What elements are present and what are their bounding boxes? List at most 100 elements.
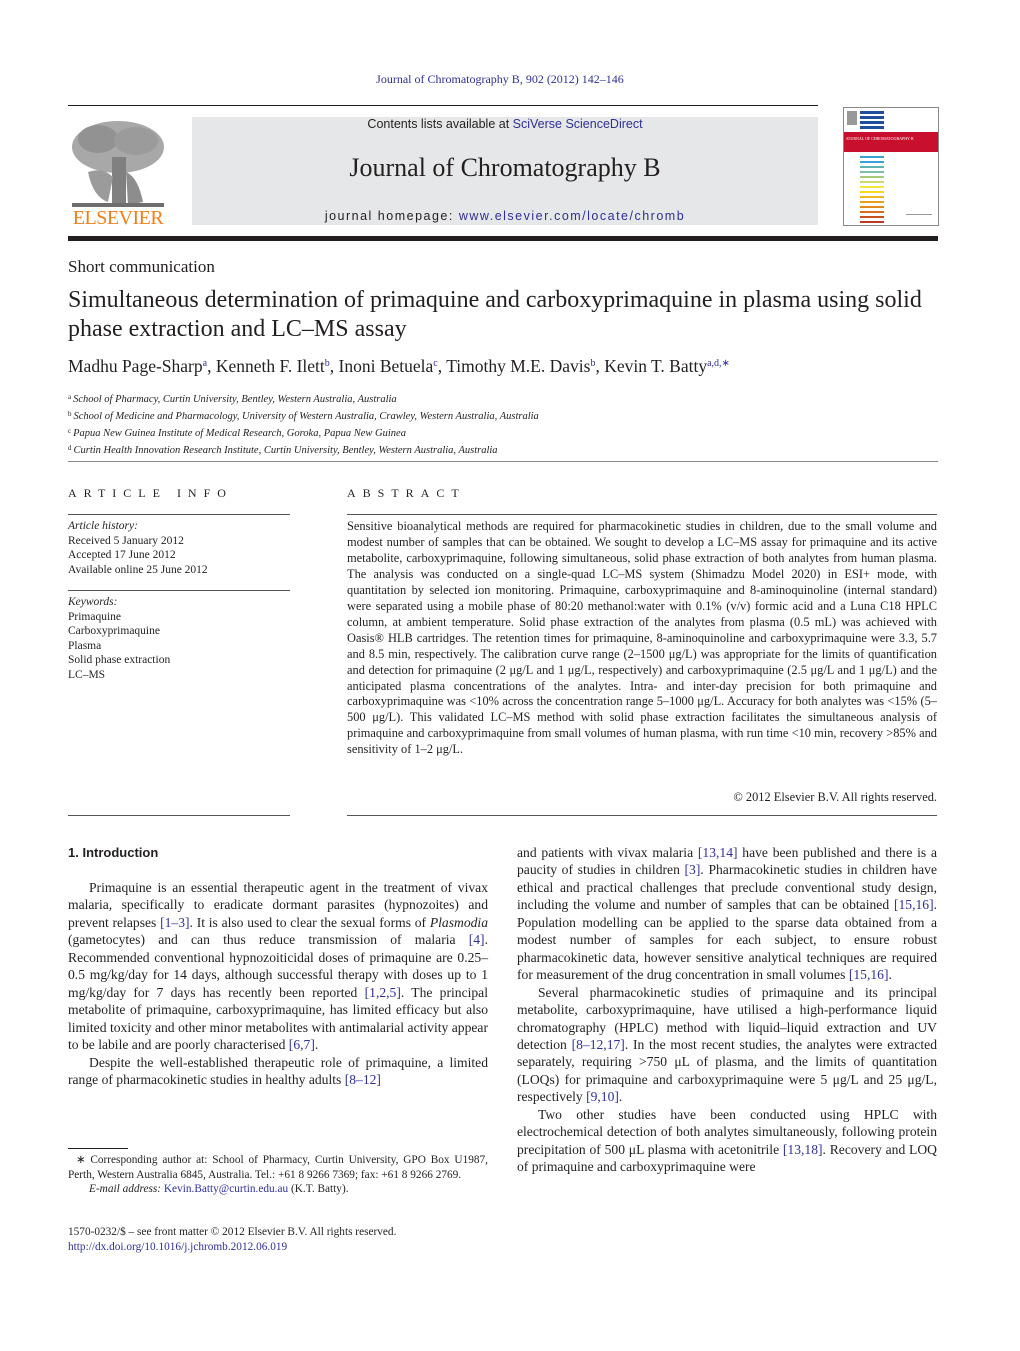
cover-stripe <box>860 181 884 183</box>
text-run: . <box>618 1089 623 1105</box>
body-paragraph: Primaquine is an essential therapeutic a… <box>68 879 488 1054</box>
homepage-prefix: journal homepage: <box>324 209 459 223</box>
keyword-item: LC–MS <box>68 668 106 681</box>
email-label: E-mail address: <box>89 1183 164 1195</box>
cover-stripe <box>860 116 884 119</box>
author-name: Madhu Page-Sharp <box>68 356 203 376</box>
sciencedirect-link[interactable]: SciVerse ScienceDirect <box>513 117 643 131</box>
citation-link[interactable]: [6,7] <box>289 1037 315 1052</box>
cover-stripe <box>860 166 884 168</box>
article-type: Short communication <box>68 257 215 276</box>
cover-stripe <box>860 206 884 208</box>
article-info-heading: ARTICLE INFO <box>68 486 233 500</box>
affiliation-text: Papua New Guinea Institute of Medical Re… <box>73 428 406 439</box>
article-info-rule <box>68 815 290 816</box>
affiliation-key: c <box>68 427 72 435</box>
cover-stripe <box>860 121 884 124</box>
keyword-item: Carboxyprimaquine <box>68 625 160 637</box>
corresponding-footnote: ∗ Corresponding author at: School of Pha… <box>68 1153 488 1197</box>
footnote-rule <box>68 1148 128 1149</box>
keywords: Keywords: Primaquine Carboxyprimaquine P… <box>68 595 170 682</box>
abstract-rule <box>347 514 937 515</box>
italic-term: Plasmodia <box>429 914 488 930</box>
cover-title-band: JOURNAL OF CHROMATOGRAPHY B <box>844 132 938 152</box>
email-link[interactable]: Kevin.Batty@curtin.edu.au <box>164 1183 288 1195</box>
text-run: (gametocytes) and can thus reduce transm… <box>68 932 469 948</box>
email-suffix: (K.T. Batty). <box>288 1183 349 1195</box>
cover-stripe <box>860 161 884 163</box>
affiliation-item: c Papua New Guinea Institute of Medical R… <box>68 424 539 441</box>
elsevier-logo[interactable]: ELSEVIER <box>68 117 168 229</box>
affiliation-key: a <box>68 393 72 401</box>
journal-reference[interactable]: Journal of Chromatography B, 902 (2012) … <box>0 72 1000 87</box>
cover-title: JOURNAL OF CHROMATOGRAPHY B <box>846 136 914 141</box>
affiliation-text: School of Pharmacy, Curtin University, B… <box>73 394 397 405</box>
cover-logo-icon <box>847 111 857 125</box>
cover-publisher-mark <box>906 208 932 215</box>
citation-link[interactable]: [15,16] <box>894 897 934 912</box>
cover-stripe <box>860 221 884 223</box>
citation-link[interactable]: [13,18] <box>783 1142 823 1157</box>
affiliation-marker[interactable]: a <box>203 358 207 369</box>
abstract-text: Sensitive bioanalytical methods are requ… <box>347 519 937 757</box>
text-run: . <box>314 1037 319 1053</box>
journal-banner: Contents lists available at SciVerse Sci… <box>192 117 818 225</box>
email-line: E-mail address: Kevin.Batty@curtin.edu.a… <box>68 1182 488 1197</box>
citation-link[interactable]: [9,10] <box>586 1089 619 1104</box>
affiliation-key: d <box>68 444 72 452</box>
abstract-rule <box>347 815 937 816</box>
cover-stripe <box>860 196 884 198</box>
keyword-item: Plasma <box>68 639 102 652</box>
cover-stripe <box>860 171 884 173</box>
affiliation-text: School of Medicine and Pharmacology, Uni… <box>73 411 539 422</box>
author-list: Madhu Page-Sharpa, Kenneth F. Ilettb, In… <box>68 356 730 376</box>
section-rule <box>68 461 938 462</box>
contents-prefix: Contents lists available at <box>367 117 513 131</box>
affiliation-item: d Curtin Health Innovation Research Insti… <box>68 441 539 458</box>
citation-link[interactable]: [15,16] <box>849 967 889 982</box>
history-received: Received 5 January 2012 <box>68 534 184 547</box>
author-name: Timothy M.E. Davis <box>446 356 591 376</box>
homepage-link[interactable]: www.elsevier.com/locate/chromb <box>459 209 685 223</box>
affiliation-marker[interactable]: a,d,∗ <box>707 358 730 369</box>
affiliation-list: a School of Pharmacy, Curtin University, … <box>68 390 539 458</box>
corresponding-author: ∗ Corresponding author at: School of Pha… <box>68 1154 488 1181</box>
header-thick-rule <box>68 236 938 241</box>
citation-link[interactable]: [4] <box>469 932 485 947</box>
citation-link[interactable]: [3] <box>685 862 701 877</box>
citation-link[interactable]: [1,2,5] <box>365 985 401 1000</box>
body-column-left: Primaquine is an essential therapeutic a… <box>68 879 488 1088</box>
citation-link[interactable]: [1–3] <box>160 915 189 930</box>
citation-link[interactable]: [13,14] <box>698 845 738 860</box>
affiliation-item: b School of Medicine and Pharmacology, Un… <box>68 407 539 424</box>
affiliation-marker[interactable]: b <box>590 358 595 369</box>
keyword-item: Solid phase extraction <box>68 654 171 666</box>
keywords-label: Keywords: <box>68 596 118 608</box>
affiliation-marker[interactable]: c <box>433 358 437 369</box>
front-matter: 1570-0232/$ – see front matter © 2012 El… <box>68 1225 396 1255</box>
body-paragraph: Two other studies have been conducted us… <box>517 1106 937 1176</box>
cover-stripe <box>860 111 884 114</box>
article-info-rule <box>68 590 290 591</box>
cover-stripe <box>860 191 884 193</box>
article-title: Simultaneous determination of primaquine… <box>68 287 922 342</box>
text-run: . <box>888 967 892 983</box>
body-paragraph: Several pharmacokinetic studies of prima… <box>517 984 937 1106</box>
contents-line: Contents lists available at SciVerse Sci… <box>192 117 818 131</box>
journal-title: Journal of Chromatography B <box>349 153 661 182</box>
doi-link[interactable]: http://dx.doi.org/10.1016/j.jchromb.2012… <box>68 1240 396 1255</box>
journal-cover-thumbnail[interactable]: JOURNAL OF CHROMATOGRAPHY B <box>843 107 939 226</box>
issn-line: 1570-0232/$ – see front matter © 2012 El… <box>68 1226 397 1238</box>
abstract-heading: ABSTRACT <box>347 486 466 500</box>
cover-stripe <box>860 201 884 203</box>
text-run: . It is also used to clear the sexual fo… <box>189 914 430 930</box>
affiliation-key: b <box>68 410 72 418</box>
author-name: Kevin T. Batty <box>604 356 708 376</box>
affiliation-text: Curtin Health Innovation Research Instit… <box>73 445 498 456</box>
citation-link[interactable]: [8–12,17] <box>572 1037 625 1052</box>
affiliation-marker[interactable]: b <box>325 358 330 369</box>
cover-stripe <box>860 126 884 129</box>
cover-stripe <box>860 186 884 188</box>
cover-stripe <box>860 216 884 218</box>
citation-link[interactable]: [8–12] <box>345 1072 381 1087</box>
